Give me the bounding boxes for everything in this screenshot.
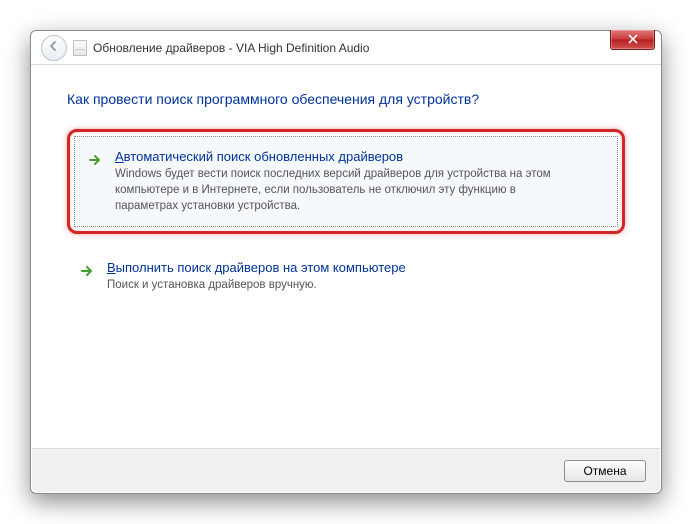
window-title: Обновление драйверов - VIA High Definiti… <box>93 41 369 55</box>
content-area: Как провести поиск программного обеспече… <box>31 65 661 329</box>
option-title: Выполнить поиск драйверов на этом компью… <box>107 260 406 275</box>
device-icon <box>73 40 87 56</box>
page-heading: Как провести поиск программного обеспече… <box>67 91 625 107</box>
cancel-button[interactable]: Отмена <box>564 460 646 482</box>
driver-update-dialog: Обновление драйверов - VIA High Definiti… <box>30 30 662 494</box>
close-button[interactable] <box>610 30 655 50</box>
highlight-annotation: Автоматический поиск обновленных драйвер… <box>67 129 625 234</box>
close-icon <box>628 33 638 47</box>
option-auto-search[interactable]: Автоматический поиск обновленных драйвер… <box>74 136 618 227</box>
back-arrow-icon <box>47 39 61 56</box>
dialog-footer: Отмена <box>32 448 660 492</box>
titlebar: Обновление драйверов - VIA High Definiti… <box>31 31 661 65</box>
back-button[interactable] <box>41 35 67 61</box>
arrow-right-icon <box>79 263 95 279</box>
option-description: Windows будет вести поиск последних верс… <box>115 166 575 214</box>
option-browse-computer[interactable]: Выполнить поиск драйверов на этом компью… <box>67 248 625 305</box>
option-title: Автоматический поиск обновленных драйвер… <box>115 149 403 164</box>
arrow-right-icon <box>87 152 103 168</box>
option-description: Поиск и установка драйверов вручную. <box>107 277 567 293</box>
